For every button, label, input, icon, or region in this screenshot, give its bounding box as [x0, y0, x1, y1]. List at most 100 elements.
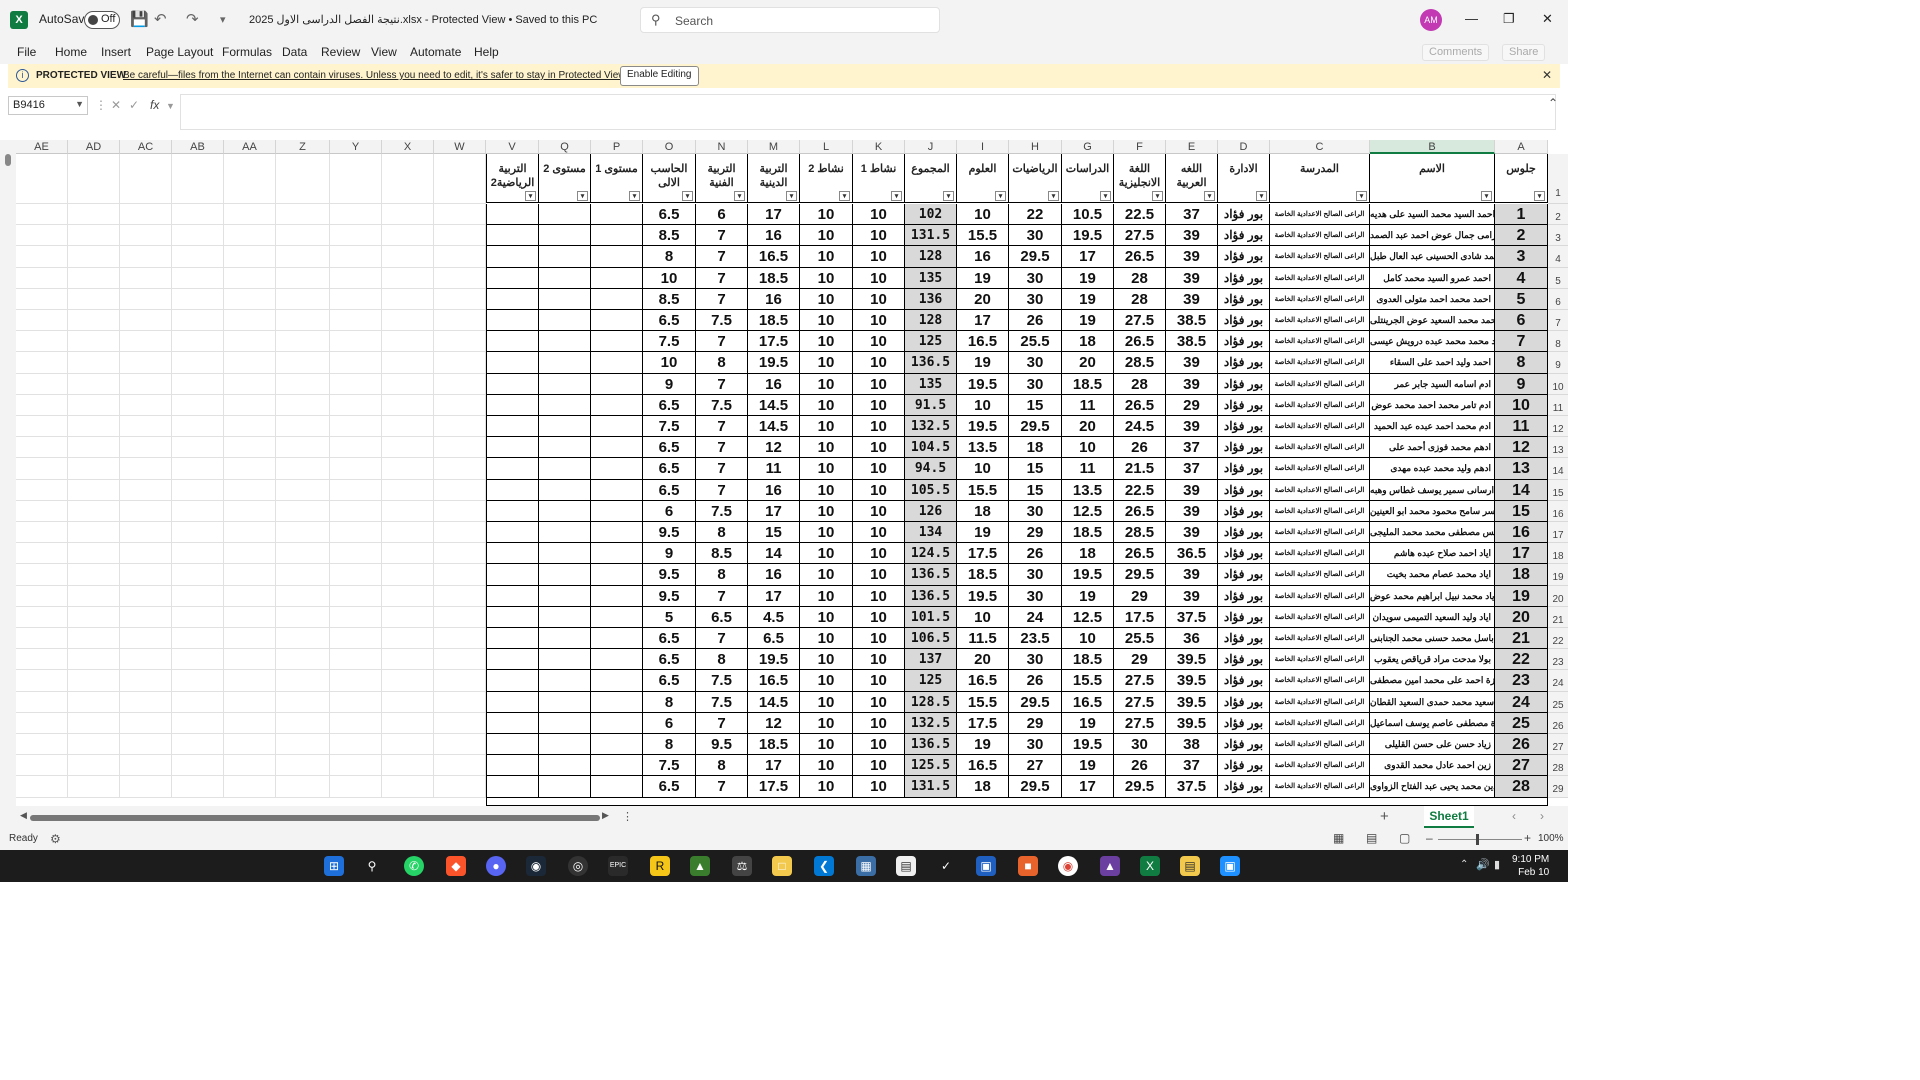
- empty-cell[interactable]: [330, 479, 382, 501]
- empty-cell[interactable]: [276, 479, 330, 501]
- table-cell[interactable]: 7: [696, 776, 748, 798]
- table-cell[interactable]: 9: [643, 543, 696, 565]
- row-header[interactable]: 15: [1548, 479, 1568, 501]
- table-cell[interactable]: 10: [853, 522, 905, 544]
- table-cell[interactable]: 128.5: [905, 691, 957, 713]
- filter-dropdown-icon[interactable]: ▾: [1152, 191, 1163, 201]
- empty-cell[interactable]: [224, 691, 276, 713]
- table-cell[interactable]: [539, 543, 591, 565]
- column-header-i[interactable]: I: [957, 140, 1009, 154]
- table-cell[interactable]: 36.5: [1166, 543, 1218, 565]
- empty-cell[interactable]: [382, 373, 434, 395]
- empty-cell[interactable]: [16, 373, 68, 395]
- table-cell[interactable]: 11: [1062, 458, 1114, 480]
- table-cell[interactable]: الراعى الصالح الاعدادية الخاصة: [1270, 437, 1370, 459]
- empty-cell[interactable]: [16, 776, 68, 798]
- empty-cell[interactable]: [68, 267, 120, 289]
- table-cell[interactable]: 30: [1009, 585, 1062, 607]
- table-cell[interactable]: 10: [800, 691, 853, 713]
- table-cell[interactable]: 28: [1114, 288, 1166, 310]
- empty-cell[interactable]: [68, 331, 120, 353]
- empty-cell[interactable]: [382, 458, 434, 480]
- row-header[interactable]: 21: [1548, 606, 1568, 628]
- tab-home[interactable]: Home: [55, 45, 87, 59]
- table-cell[interactable]: 8: [643, 734, 696, 756]
- table-cell[interactable]: 38.5: [1166, 331, 1218, 353]
- table-cell[interactable]: 27.5: [1114, 310, 1166, 332]
- empty-cell[interactable]: [276, 670, 330, 692]
- table-cell[interactable]: 10: [643, 267, 696, 289]
- empty-cell[interactable]: [224, 734, 276, 756]
- empty-cell[interactable]: [330, 267, 382, 289]
- table-cell[interactable]: 5: [643, 606, 696, 628]
- empty-cell[interactable]: [330, 204, 382, 226]
- table-cell[interactable]: 27.5: [1114, 712, 1166, 734]
- table-cell[interactable]: [591, 522, 643, 544]
- empty-cell[interactable]: [68, 543, 120, 565]
- row-header[interactable]: 1: [1548, 154, 1568, 204]
- table-cell[interactable]: 10: [800, 585, 853, 607]
- table-cell[interactable]: 17.5: [957, 712, 1009, 734]
- column-header-v[interactable]: V: [486, 140, 539, 154]
- table-cell[interactable]: 39.5: [1166, 712, 1218, 734]
- table-cell[interactable]: بور فؤاد: [1218, 712, 1270, 734]
- column-header-f[interactable]: F: [1114, 140, 1166, 154]
- empty-cell[interactable]: [434, 670, 486, 692]
- table-cell[interactable]: [591, 204, 643, 226]
- table-cell[interactable]: [486, 458, 539, 480]
- empty-cell[interactable]: [382, 628, 434, 650]
- table-cell[interactable]: 10: [800, 670, 853, 692]
- table-cell[interactable]: 29.5: [1009, 246, 1062, 268]
- empty-cell[interactable]: [224, 352, 276, 374]
- empty-cell[interactable]: [120, 246, 172, 268]
- empty-cell[interactable]: [382, 734, 434, 756]
- empty-cell[interactable]: [16, 543, 68, 565]
- empty-cell[interactable]: [120, 373, 172, 395]
- filter-dropdown-icon[interactable]: ▾: [1534, 191, 1545, 201]
- formula-input[interactable]: [180, 94, 1556, 130]
- table-cell[interactable]: [486, 606, 539, 628]
- empty-cell[interactable]: [330, 352, 382, 374]
- table-cell[interactable]: 10: [800, 246, 853, 268]
- column-header-w[interactable]: W: [434, 140, 486, 154]
- zoom-out-icon[interactable]: –: [1426, 831, 1433, 845]
- table-cell[interactable]: 29: [1114, 585, 1166, 607]
- empty-cell[interactable]: [68, 776, 120, 798]
- scale-app-icon[interactable]: ⚖: [732, 856, 752, 876]
- table-cell[interactable]: بور فؤاد: [1218, 500, 1270, 522]
- table-cell[interactable]: 30: [1009, 352, 1062, 374]
- table-cell[interactable]: 9.5: [643, 585, 696, 607]
- table-cell[interactable]: 10: [853, 458, 905, 480]
- empty-cell[interactable]: [434, 331, 486, 353]
- table-cell[interactable]: 6.5: [643, 670, 696, 692]
- table-cell[interactable]: [591, 373, 643, 395]
- empty-cell[interactable]: [330, 225, 382, 247]
- table-cell[interactable]: 16.5: [957, 755, 1009, 777]
- table-cell[interactable]: 8.5: [696, 543, 748, 565]
- table-cell[interactable]: 10: [800, 373, 853, 395]
- row-header[interactable]: 23: [1548, 649, 1568, 671]
- table-cell[interactable]: 16.5: [957, 331, 1009, 353]
- empty-cell[interactable]: [434, 416, 486, 438]
- table-cell[interactable]: 17.5: [748, 331, 800, 353]
- table-cell[interactable]: انس مصطفى محمد محمد المليجى: [1370, 522, 1495, 544]
- empty-cell[interactable]: [172, 564, 224, 586]
- column-header-k[interactable]: K: [853, 140, 905, 154]
- table-header-q[interactable]: مستوى 2 ▾: [539, 154, 591, 203]
- table-cell[interactable]: 29.5: [1009, 416, 1062, 438]
- epic-games-icon[interactable]: EPIC: [608, 856, 628, 876]
- row-header[interactable]: 26: [1548, 712, 1568, 734]
- empty-cell[interactable]: [276, 543, 330, 565]
- table-cell[interactable]: 101.5: [905, 606, 957, 628]
- windows-start-icon[interactable]: ⊞: [324, 856, 344, 876]
- table-cell[interactable]: [591, 352, 643, 374]
- table-cell[interactable]: 6.5: [643, 628, 696, 650]
- empty-cell[interactable]: [276, 437, 330, 459]
- table-cell[interactable]: [486, 331, 539, 353]
- empty-cell[interactable]: [434, 310, 486, 332]
- empty-cell[interactable]: [16, 352, 68, 374]
- share-button[interactable]: Share: [1502, 44, 1546, 61]
- table-cell[interactable]: بور فؤاد: [1218, 543, 1270, 565]
- table-cell[interactable]: 132.5: [905, 416, 957, 438]
- empty-cell[interactable]: [120, 755, 172, 777]
